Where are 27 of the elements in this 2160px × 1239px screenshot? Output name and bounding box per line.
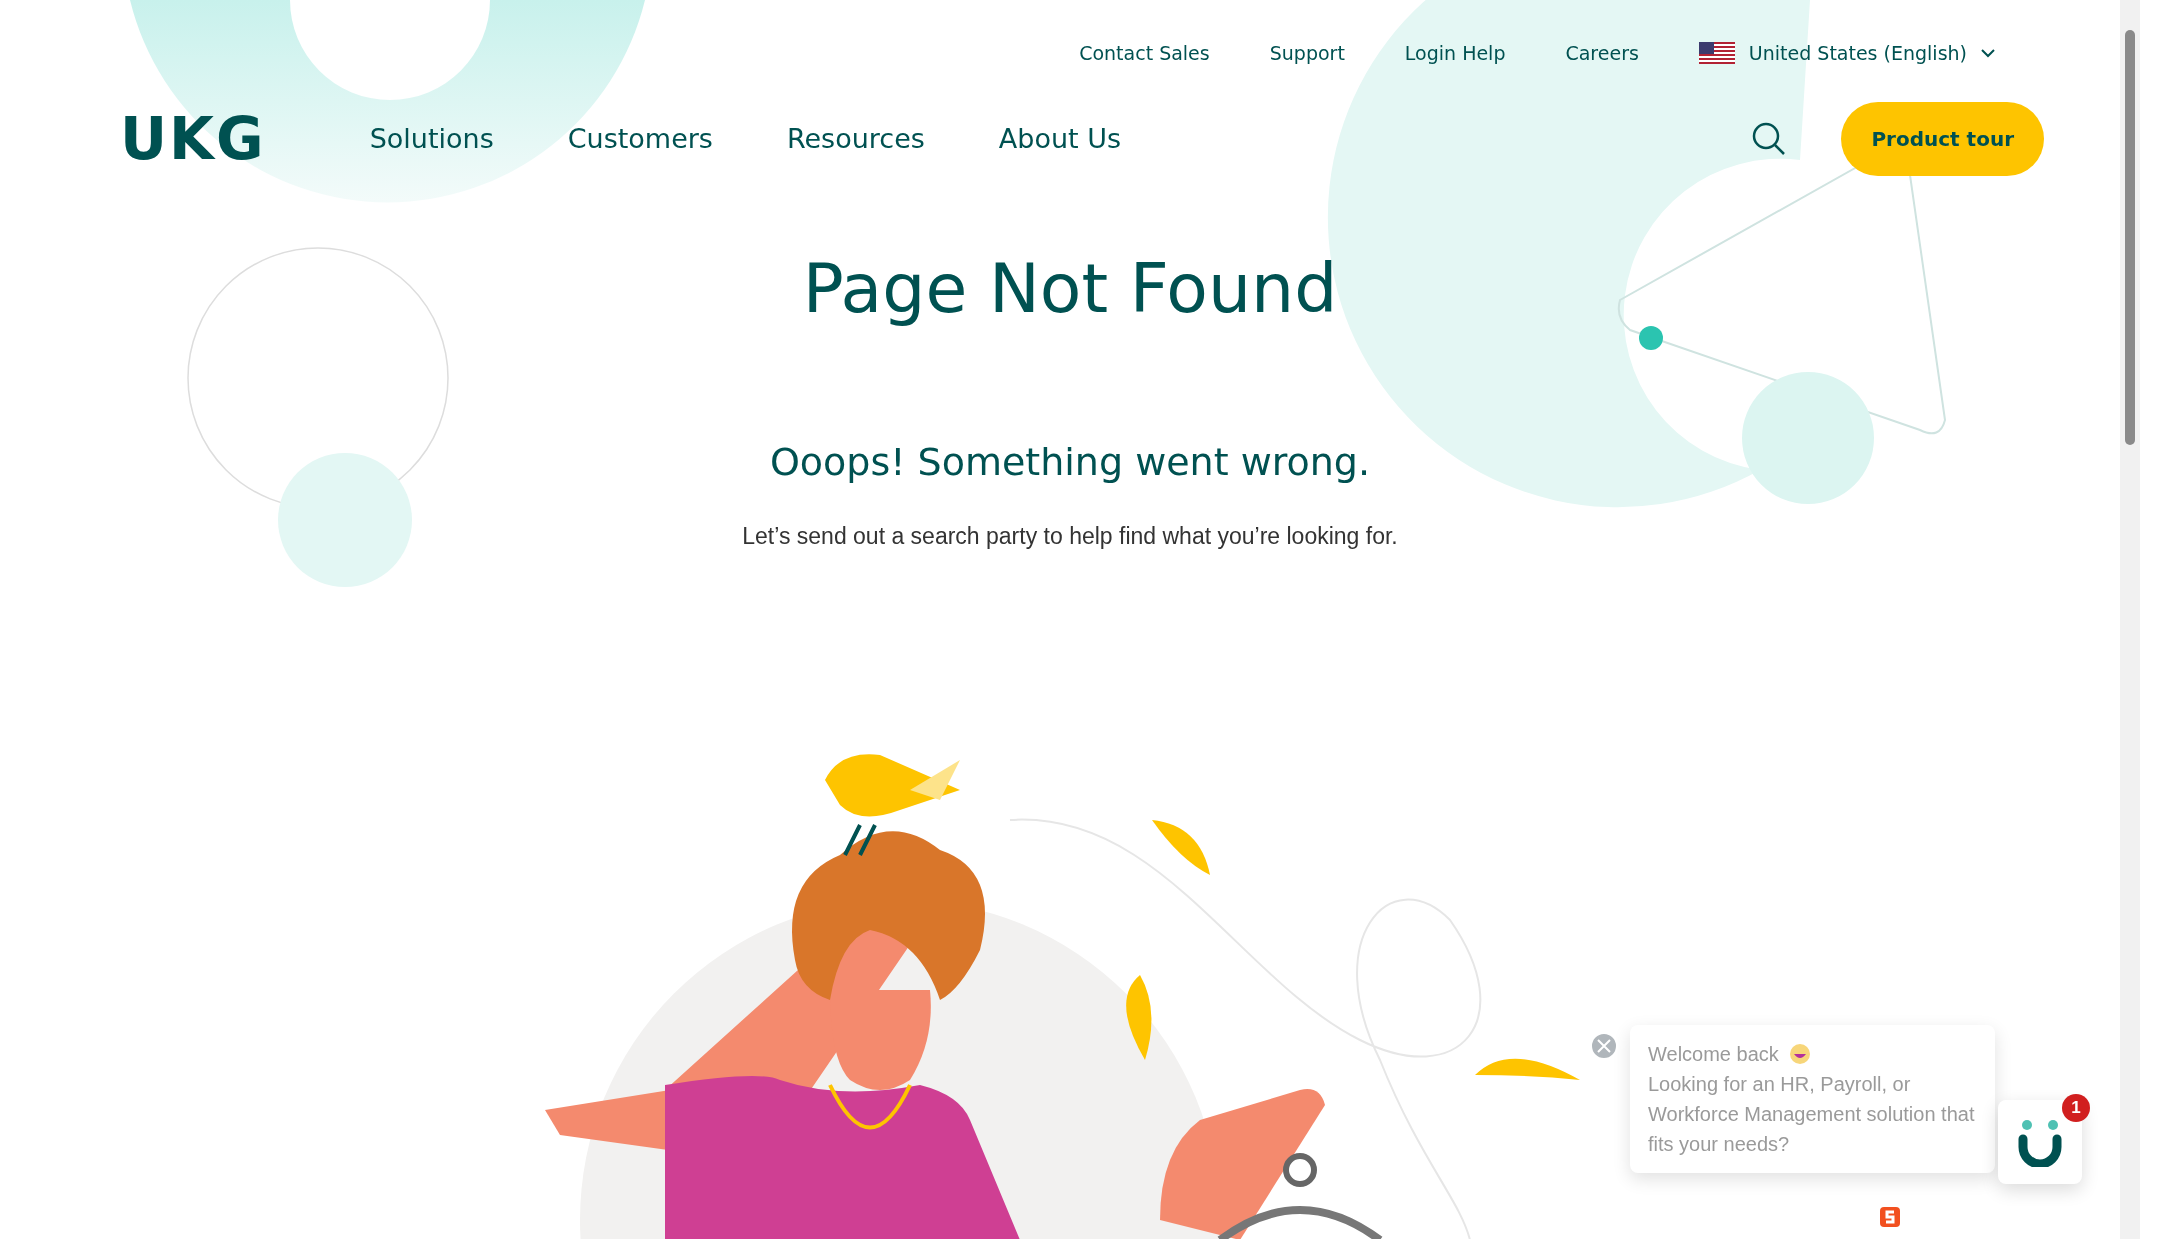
utility-link[interactable]: Support xyxy=(1269,38,1345,68)
chat-message: Looking for an HR, Payroll, or Workforce Management solution that fits your needs? xyxy=(1648,1072,1976,1157)
logo[interactable]: UKG xyxy=(120,110,266,168)
error-message: Let’s send out a search party to help find what you’re looking for. xyxy=(742,522,1398,552)
scrollbar[interactable] xyxy=(2120,0,2140,1239)
chat-launcher-button[interactable] xyxy=(1998,1100,2082,1184)
region-selector[interactable]: United States (English) xyxy=(1698,38,1995,68)
flag-icon xyxy=(1698,42,1735,64)
chevron-down-icon xyxy=(1981,48,1995,58)
nav-link[interactable]: About Us xyxy=(998,118,1122,160)
nav-link[interactable]: Solutions xyxy=(369,118,494,160)
extension-icon[interactable] xyxy=(1878,1205,1902,1229)
notification-count: 1 xyxy=(2062,1094,2090,1122)
grinning-emoji-icon xyxy=(1788,1043,1811,1065)
scrollbar-thumb[interactable] xyxy=(2125,30,2135,445)
error-subheading: Ooops! Something went wrong. xyxy=(769,439,1371,486)
chat-greeting: Welcome back xyxy=(1648,1042,1779,1067)
page-title: Page Not Found xyxy=(802,248,1338,330)
nav-link[interactable]: Customers xyxy=(567,118,713,160)
utility-link[interactable]: Contact Sales xyxy=(1079,38,1210,68)
decorative-dot xyxy=(1639,326,1663,350)
utility-link[interactable]: Careers xyxy=(1565,38,1639,68)
close-button[interactable] xyxy=(1590,1032,1618,1060)
product-tour-button[interactable]: Product tour xyxy=(1841,102,2044,176)
search-icon[interactable] xyxy=(1752,122,1787,156)
nav-link[interactable]: Resources xyxy=(786,118,925,160)
utility-link[interactable]: Login Help xyxy=(1404,38,1506,68)
